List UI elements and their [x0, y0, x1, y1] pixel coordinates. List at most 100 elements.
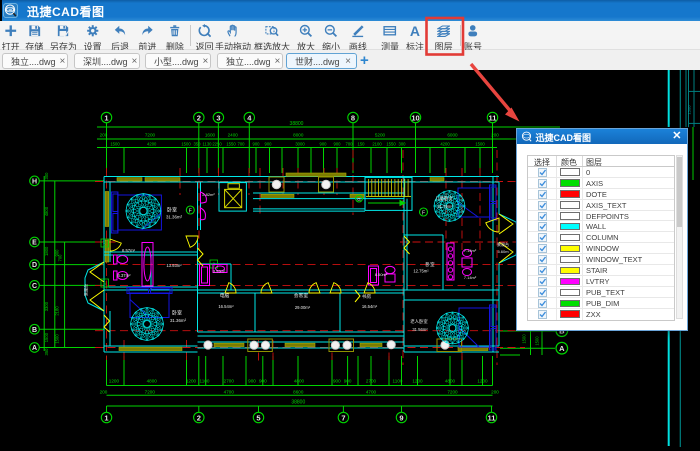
svg-text:1500: 1500 [44, 332, 49, 342]
svg-text:200: 200 [100, 133, 108, 138]
svg-text:6.57m²: 6.57m² [122, 248, 136, 253]
svg-text:9: 9 [399, 413, 403, 422]
svg-text:2: 2 [197, 113, 201, 122]
svg-text:900: 900 [259, 378, 267, 383]
svg-text:200: 200 [100, 389, 108, 394]
svg-text:书房: 书房 [362, 293, 372, 300]
svg-text:1500: 1500 [687, 105, 692, 115]
svg-text:2250: 2250 [212, 142, 222, 147]
svg-text:200: 200 [491, 389, 499, 394]
svg-text:1550: 1550 [226, 142, 236, 147]
svg-text:6.37m²: 6.37m² [117, 273, 131, 278]
svg-text:1500: 1500 [522, 334, 527, 344]
svg-text:16.54m²: 16.54m² [218, 304, 234, 309]
svg-text:900: 900 [320, 142, 328, 147]
svg-text:31.36m²: 31.36m² [170, 318, 187, 323]
svg-text:700: 700 [346, 142, 354, 147]
svg-text:350: 350 [194, 142, 202, 147]
svg-text:E: E [32, 240, 37, 247]
svg-text:7.14m²: 7.14m² [464, 248, 477, 253]
svg-text:A: A [32, 345, 37, 352]
svg-text:1200: 1200 [186, 378, 197, 383]
svg-text:5.60m: 5.60m [497, 249, 509, 254]
svg-text:31.36m²: 31.36m² [166, 215, 183, 220]
svg-text:1500: 1500 [181, 142, 191, 147]
svg-text:900: 900 [248, 378, 256, 383]
svg-text:8600: 8600 [293, 389, 304, 394]
svg-text:31.56m²: 31.56m² [412, 327, 428, 332]
svg-text:D: D [32, 262, 37, 269]
svg-text:4200: 4200 [440, 142, 450, 147]
svg-text:3: 3 [216, 113, 220, 122]
svg-text:6000: 6000 [447, 133, 458, 138]
svg-text:1200: 1200 [109, 378, 120, 383]
svg-text:1100: 1100 [200, 378, 210, 383]
svg-text:3300: 3300 [44, 301, 49, 311]
svg-text:700: 700 [238, 142, 246, 147]
svg-text:10: 10 [411, 113, 419, 122]
svg-text:3000: 3000 [295, 142, 305, 147]
svg-text:2: 2 [197, 413, 201, 422]
svg-text:2700: 2700 [366, 378, 377, 383]
svg-text:11: 11 [488, 413, 496, 422]
svg-text:4200: 4200 [147, 142, 157, 147]
svg-text:2.82m²: 2.82m² [202, 192, 215, 197]
svg-text:1: 1 [104, 113, 108, 122]
svg-text:11: 11 [489, 113, 497, 122]
svg-text:电脑: 电脑 [220, 292, 230, 299]
svg-text:1800: 1800 [44, 246, 49, 256]
svg-text:2180: 2180 [54, 306, 59, 316]
svg-text:300: 300 [44, 172, 49, 180]
svg-text:4700: 4700 [224, 389, 235, 394]
svg-text:1500: 1500 [54, 334, 59, 344]
svg-text:A: A [559, 344, 565, 353]
svg-text:CAD: CAD [6, 8, 14, 12]
svg-text:4800: 4800 [294, 378, 305, 383]
svg-text:5200: 5200 [375, 133, 386, 138]
svg-text:H: H [32, 179, 37, 186]
svg-text:7200: 7200 [447, 389, 458, 394]
svg-text:4800: 4800 [44, 206, 49, 216]
svg-text:8: 8 [351, 113, 355, 122]
svg-text:900: 900 [344, 378, 352, 383]
svg-text:景观台: 景观台 [497, 241, 509, 247]
svg-text:300: 300 [399, 142, 407, 147]
svg-text:900: 900 [334, 142, 342, 147]
svg-text:7200: 7200 [145, 389, 156, 394]
svg-text:4700: 4700 [366, 389, 377, 394]
svg-text:老人卧室: 老人卧室 [410, 318, 428, 325]
svg-text:G: G [357, 197, 361, 202]
svg-text:1500: 1500 [475, 142, 485, 147]
svg-text:7.14m²: 7.14m² [464, 275, 477, 280]
svg-text:8000: 8000 [293, 133, 304, 138]
svg-text:F: F [422, 211, 425, 217]
svg-text:12.75m²: 12.75m² [413, 269, 429, 274]
svg-text:2700: 2700 [224, 378, 235, 383]
svg-text:13.93m²: 13.93m² [166, 263, 182, 268]
svg-text:C: C [32, 283, 37, 290]
svg-text:1600: 1600 [205, 133, 216, 138]
svg-text:5: 5 [256, 413, 260, 422]
svg-text:1200: 1200 [412, 378, 423, 383]
svg-text:200: 200 [491, 133, 499, 138]
svg-text:景观台: 景观台 [83, 284, 89, 296]
svg-text:会客室: 会客室 [294, 292, 309, 299]
svg-text:8.50m²: 8.50m² [375, 272, 388, 277]
svg-text:3.93m²: 3.93m² [213, 269, 226, 274]
svg-text:16.54m²: 16.54m² [362, 304, 378, 309]
svg-text:900: 900 [333, 378, 341, 383]
svg-text:1550: 1550 [386, 142, 396, 147]
svg-text:1130: 1130 [202, 142, 212, 147]
svg-text:350: 350 [44, 348, 49, 356]
svg-text:卧室: 卧室 [172, 310, 182, 317]
svg-text:4: 4 [247, 113, 252, 122]
svg-text:4800: 4800 [445, 378, 456, 383]
svg-text:F: F [189, 209, 192, 215]
svg-text:1: 1 [104, 413, 108, 422]
svg-text:2400: 2400 [228, 133, 239, 138]
svg-text:卧室: 卧室 [425, 261, 435, 268]
svg-text:2: 2 [103, 242, 106, 248]
svg-text:700: 700 [58, 254, 63, 262]
svg-text:38800: 38800 [291, 399, 305, 405]
svg-text:卧室: 卧室 [167, 207, 177, 214]
